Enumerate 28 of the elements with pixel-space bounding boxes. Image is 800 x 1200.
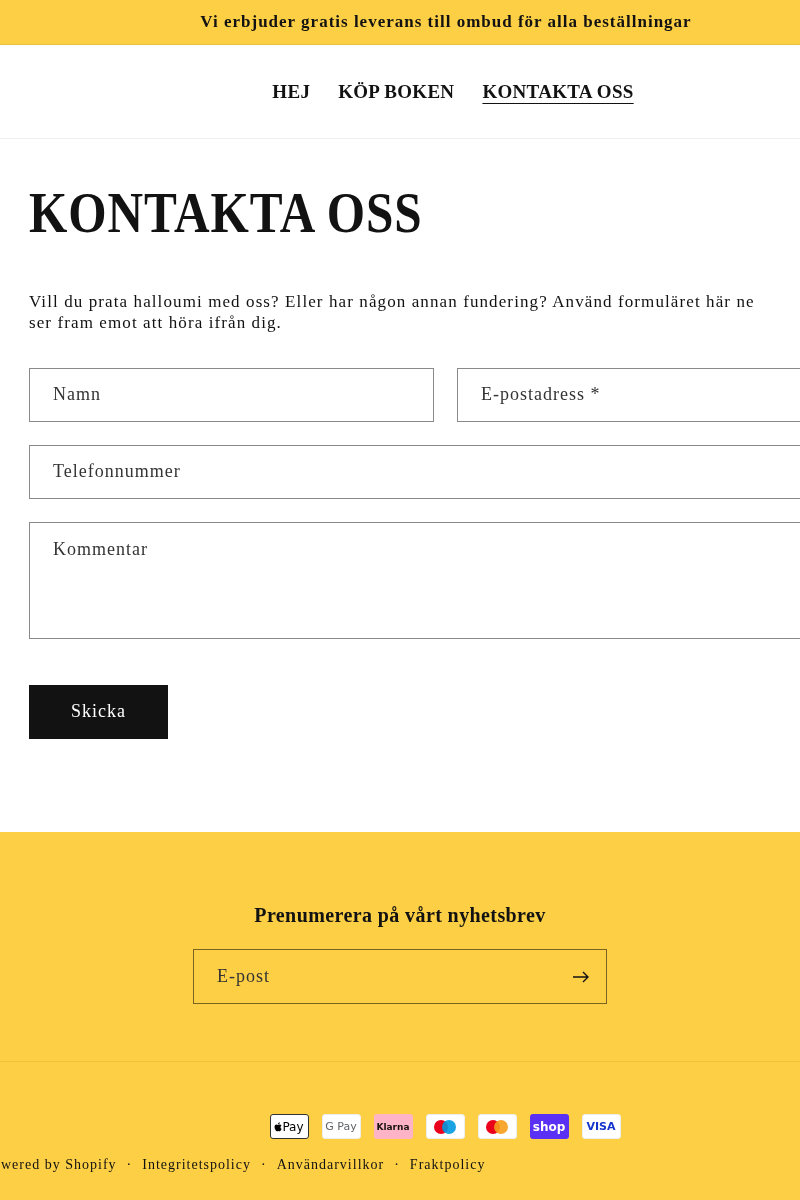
footer-link[interactable]: Användarvillkor bbox=[276, 1157, 385, 1173]
visa-icon: VISA bbox=[581, 1114, 621, 1139]
submit-button[interactable]: Skicka bbox=[29, 684, 168, 739]
page-title: KONTAKTA OSS bbox=[29, 183, 424, 245]
footer-link[interactable]: Fraktpolicy bbox=[409, 1157, 486, 1173]
input-field[interactable]: Telefonnummer bbox=[29, 444, 800, 499]
separator: · bbox=[394, 1157, 400, 1173]
nav-link[interactable]: HEJ bbox=[272, 80, 311, 103]
nav-link[interactable]: KONTAKTA OSS bbox=[482, 80, 634, 103]
separator: · bbox=[126, 1157, 133, 1173]
input-field[interactable]: E-postadress * bbox=[457, 367, 800, 422]
separator: · bbox=[261, 1157, 267, 1173]
maestro-icon bbox=[425, 1114, 465, 1139]
newsletter-title: Prenumerera på vårt nyhetsbrev bbox=[254, 904, 546, 927]
comment-field[interactable]: Kommentar bbox=[29, 521, 800, 639]
mastercard-icon bbox=[477, 1114, 517, 1139]
footer-link[interactable]: Integritetspolicy bbox=[142, 1157, 251, 1173]
arrow-right-icon[interactable] bbox=[572, 970, 590, 983]
shop-pay-icon: shop bbox=[529, 1114, 569, 1139]
apple-pay-icon: Pay bbox=[269, 1114, 309, 1139]
intro-paragraph: Vill du prata halloumi med oss? Eller har någon annan fundering? Använd formuläret här ne ser fram emot att höra ifrån dig. bbox=[29, 290, 756, 333]
klarna-icon: Klarna bbox=[373, 1114, 413, 1139]
footer-link[interactable]: wered by Shopify bbox=[1, 1157, 117, 1173]
email-field[interactable]: E-post bbox=[193, 949, 607, 1004]
nav-link[interactable]: KÖP BOKEN bbox=[338, 80, 455, 103]
input-field[interactable]: Namn bbox=[29, 367, 434, 422]
google-pay-icon: G Pay bbox=[321, 1114, 361, 1139]
announcement-text: Vi erbjuder gratis leverans till ombud för alla beställningar bbox=[199, 12, 692, 32]
